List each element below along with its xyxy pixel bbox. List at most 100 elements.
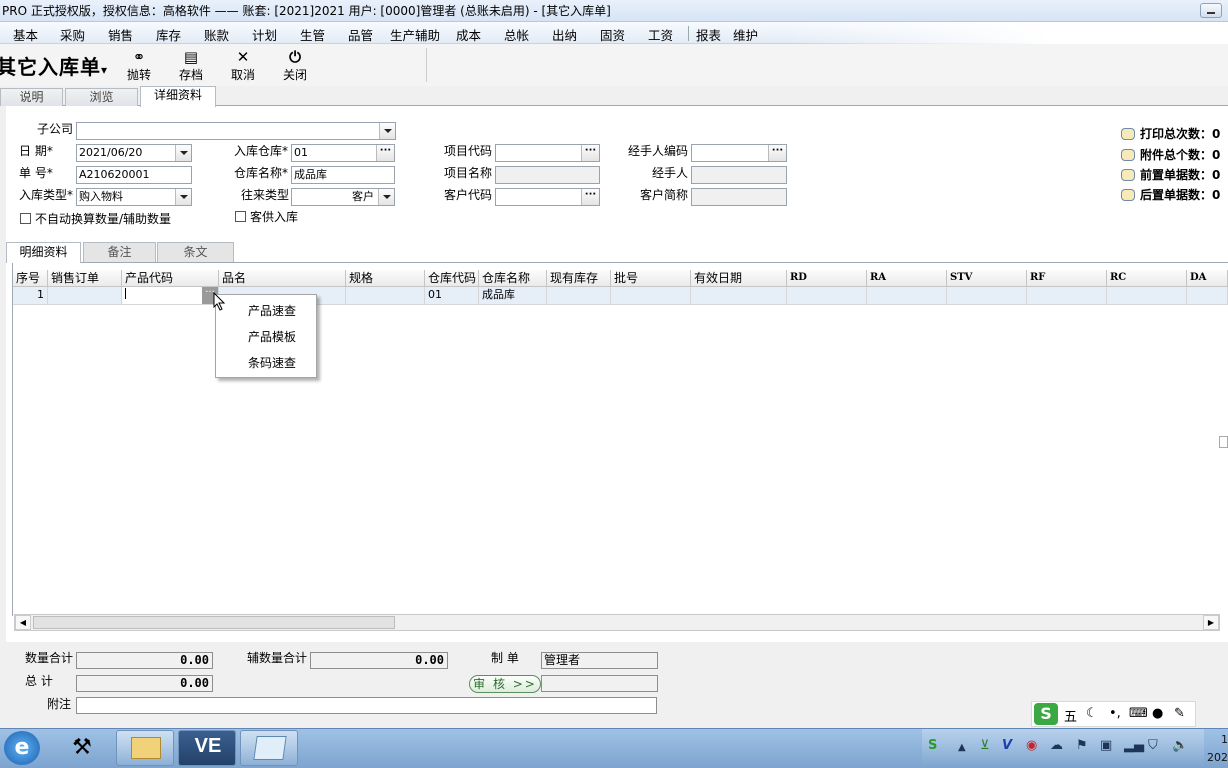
menu-purchase[interactable]: 采购 bbox=[60, 25, 85, 44]
cell-rc[interactable] bbox=[1107, 287, 1187, 305]
taskbar-notebook[interactable] bbox=[240, 730, 298, 766]
shield-green-icon[interactable]: ⊻ bbox=[980, 738, 990, 753]
print-count[interactable]: 打印总次数：0 bbox=[1121, 126, 1220, 142]
cell-sales-order[interactable] bbox=[48, 287, 122, 305]
handler-code-field[interactable]: ··· bbox=[691, 144, 787, 162]
ie-icon[interactable]: e bbox=[4, 731, 40, 765]
cell-ra[interactable] bbox=[867, 287, 947, 305]
col-da[interactable]: DA bbox=[1187, 270, 1228, 287]
in-type-select[interactable]: 购入物料 bbox=[76, 188, 192, 206]
warehouse-field[interactable]: 01 ··· bbox=[291, 144, 395, 162]
cell-expiry[interactable] bbox=[691, 287, 787, 305]
wrench-icon[interactable]: ✎ bbox=[1174, 706, 1185, 721]
network-icon[interactable]: ▂▄ bbox=[1124, 738, 1144, 753]
user-icon[interactable]: ● bbox=[1152, 706, 1163, 721]
menu-inventory[interactable]: 库存 bbox=[156, 25, 181, 44]
volume-icon[interactable]: 🔈 bbox=[1172, 738, 1188, 753]
col-spec[interactable]: 规格 bbox=[346, 270, 425, 287]
scroll-thumb[interactable] bbox=[33, 616, 395, 629]
cell-product-code[interactable]: ··· bbox=[122, 287, 219, 305]
ime-toolbar[interactable]: S 五 ☾ •, ⌨ ● ✎ bbox=[1031, 701, 1196, 727]
menu-maintenance[interactable]: 维护 bbox=[733, 25, 758, 44]
scroll-left-icon[interactable]: ◀ bbox=[15, 615, 31, 630]
tab-remarks[interactable]: 备注 bbox=[83, 242, 156, 262]
tab-description[interactable]: 说明 bbox=[0, 88, 63, 106]
chevron-down-icon[interactable] bbox=[175, 145, 191, 161]
cell-seq[interactable]: 1 bbox=[13, 287, 48, 305]
customer-supplied-checkbox[interactable] bbox=[235, 211, 246, 222]
taskbar-explorer[interactable] bbox=[116, 730, 174, 766]
action-center-icon[interactable]: ⚑ bbox=[1076, 738, 1088, 753]
cloud-icon[interactable]: ☁ bbox=[1050, 738, 1063, 753]
menu-accounts[interactable]: 账款 bbox=[204, 25, 229, 44]
col-ra[interactable]: RA bbox=[867, 270, 947, 287]
cell-rf[interactable] bbox=[1027, 287, 1107, 305]
col-warehouse-name[interactable]: 仓库名称 bbox=[479, 270, 547, 287]
cancel-button[interactable]: ✕ 取消 bbox=[223, 48, 263, 84]
close-button[interactable]: ⏻ 关闭 bbox=[275, 48, 315, 84]
menu-ledger[interactable]: 总帐 bbox=[504, 25, 529, 44]
menu-quality[interactable]: 品管 bbox=[348, 25, 373, 44]
moon-icon[interactable]: ☾ bbox=[1086, 706, 1098, 721]
ime-mode-label[interactable]: 五 bbox=[1064, 706, 1077, 725]
tools-icon[interactable]: ⚒ bbox=[64, 732, 100, 764]
note-field[interactable] bbox=[76, 697, 657, 714]
auto-convert-checkbox[interactable] bbox=[20, 213, 31, 224]
vertical-scroll-handle[interactable] bbox=[1219, 436, 1228, 448]
col-stock[interactable]: 现有库存 bbox=[547, 270, 611, 287]
keyboard-icon[interactable]: ⌨ bbox=[1129, 706, 1148, 721]
menu-payroll[interactable]: 工资 bbox=[648, 25, 673, 44]
col-product-code[interactable]: 产品代码 bbox=[122, 270, 219, 287]
taskbar-ve[interactable]: VE bbox=[178, 730, 236, 766]
tab-detail-items[interactable]: 明细资料 bbox=[6, 242, 81, 263]
warehouse-name-field[interactable]: 成品库 bbox=[291, 166, 395, 184]
tab-browse[interactable]: 浏览 bbox=[65, 88, 138, 106]
transfer-button[interactable]: ⚭ 抛转 bbox=[119, 48, 159, 84]
col-sales-order[interactable]: 销售订单 bbox=[48, 270, 122, 287]
col-rf[interactable]: RF bbox=[1027, 270, 1107, 287]
cell-da[interactable] bbox=[1187, 287, 1228, 305]
usb-icon[interactable]: ▣ bbox=[1100, 738, 1112, 753]
horizontal-scrollbar[interactable]: ◀ ▶ bbox=[14, 614, 1220, 631]
menu-cashier[interactable]: 出纳 bbox=[552, 25, 577, 44]
cell-rd[interactable] bbox=[787, 287, 867, 305]
security-icon[interactable]: ⛉ bbox=[1148, 738, 1158, 753]
menu-production-aux[interactable]: 生产辅助 bbox=[390, 25, 440, 44]
ellipsis-button[interactable]: ··· bbox=[376, 145, 394, 161]
menu-reports[interactable]: 报表 bbox=[696, 25, 721, 44]
menu-fixed-assets[interactable]: 固资 bbox=[600, 25, 625, 44]
cell-spec[interactable] bbox=[346, 287, 425, 305]
menu-item-product-lookup[interactable]: 产品速查 bbox=[248, 302, 296, 319]
menu-item-barcode-lookup[interactable]: 条码速查 bbox=[248, 354, 296, 371]
partner-type-select[interactable]: 客户 bbox=[291, 188, 395, 206]
chevron-down-icon[interactable] bbox=[378, 189, 394, 205]
ellipsis-button[interactable]: ··· bbox=[581, 189, 599, 205]
col-product-name[interactable]: 品名 bbox=[219, 270, 346, 287]
v-app-icon[interactable]: V bbox=[1002, 738, 1012, 753]
chevron-down-icon[interactable] bbox=[379, 123, 395, 139]
menu-production[interactable]: 生管 bbox=[300, 25, 325, 44]
project-code-field[interactable]: ··· bbox=[495, 144, 600, 162]
ellipsis-button[interactable]: ··· bbox=[768, 145, 786, 161]
tab-details[interactable]: 详细资料 bbox=[140, 86, 216, 107]
chevron-down-icon[interactable] bbox=[175, 189, 191, 205]
col-rd[interactable]: RD bbox=[787, 270, 867, 287]
col-rc[interactable]: RC bbox=[1107, 270, 1187, 287]
col-seq[interactable]: 序号 bbox=[13, 270, 48, 287]
menu-planning[interactable]: 计划 bbox=[252, 25, 277, 44]
prior-doc-count[interactable]: 前置单据数：0 bbox=[1121, 167, 1220, 183]
menu-item-product-template[interactable]: 产品模板 bbox=[248, 328, 296, 345]
show-hidden-icon[interactable]: ▲ bbox=[958, 742, 966, 753]
next-doc-count[interactable]: 后置单据数：0 bbox=[1121, 187, 1220, 203]
punctuation-icon[interactable]: •, bbox=[1109, 706, 1121, 721]
col-batch[interactable]: 批号 bbox=[611, 270, 691, 287]
col-expiry[interactable]: 有效日期 bbox=[691, 270, 787, 287]
cell-warehouse-code[interactable]: 01 bbox=[425, 287, 479, 305]
cell-batch[interactable] bbox=[611, 287, 691, 305]
date-field[interactable]: 2021/06/20 bbox=[76, 144, 192, 162]
clock[interactable]: 1 202 bbox=[1206, 731, 1228, 767]
subsidiary-select[interactable] bbox=[76, 122, 396, 140]
cell-stock[interactable] bbox=[547, 287, 611, 305]
customer-code-field[interactable]: ··· bbox=[495, 188, 600, 206]
ellipsis-button[interactable]: ··· bbox=[581, 145, 599, 161]
